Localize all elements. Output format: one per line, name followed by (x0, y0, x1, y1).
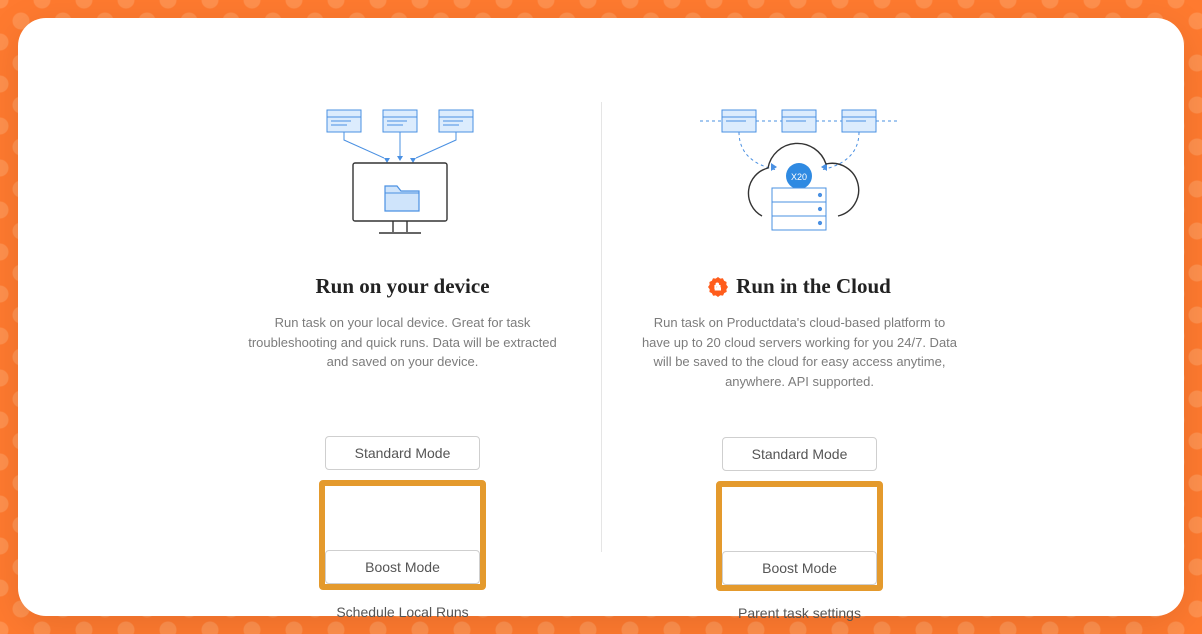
premium-badge-icon (708, 277, 728, 297)
cloud-description: Run task on Productdata's cloud-based pl… (640, 313, 960, 391)
run-cloud-option: X20 (602, 108, 998, 621)
run-local-option: Run on your device Run task on your loca… (205, 108, 601, 621)
local-device-illustration (223, 108, 583, 238)
folder-icon (385, 186, 419, 211)
schedule-local-runs-link[interactable]: Schedule Local Runs (223, 604, 583, 620)
cloud-standard-mode-button[interactable]: Standard Mode (722, 437, 877, 471)
cloud-title: Run in the Cloud (736, 274, 891, 299)
cloud-illustration: X20 (620, 108, 980, 238)
cloud-boost-highlight: Boost Mode (716, 481, 883, 591)
svg-text:X20: X20 (790, 172, 806, 182)
local-standard-mode-button[interactable]: Standard Mode (325, 436, 480, 470)
cloud-title-row: Run in the Cloud (620, 274, 980, 299)
parent-task-settings-link[interactable]: Parent task settings (620, 605, 980, 621)
local-title: Run on your device (223, 274, 583, 299)
main-panel: Run on your device Run task on your loca… (18, 18, 1184, 616)
local-boost-highlight: Boost Mode (319, 480, 486, 590)
cloud-boost-mode-button[interactable]: Boost Mode (722, 551, 877, 585)
options-row: Run on your device Run task on your loca… (205, 108, 998, 621)
local-boost-mode-button[interactable]: Boost Mode (325, 550, 480, 584)
local-description: Run task on your local device. Great for… (243, 313, 563, 372)
